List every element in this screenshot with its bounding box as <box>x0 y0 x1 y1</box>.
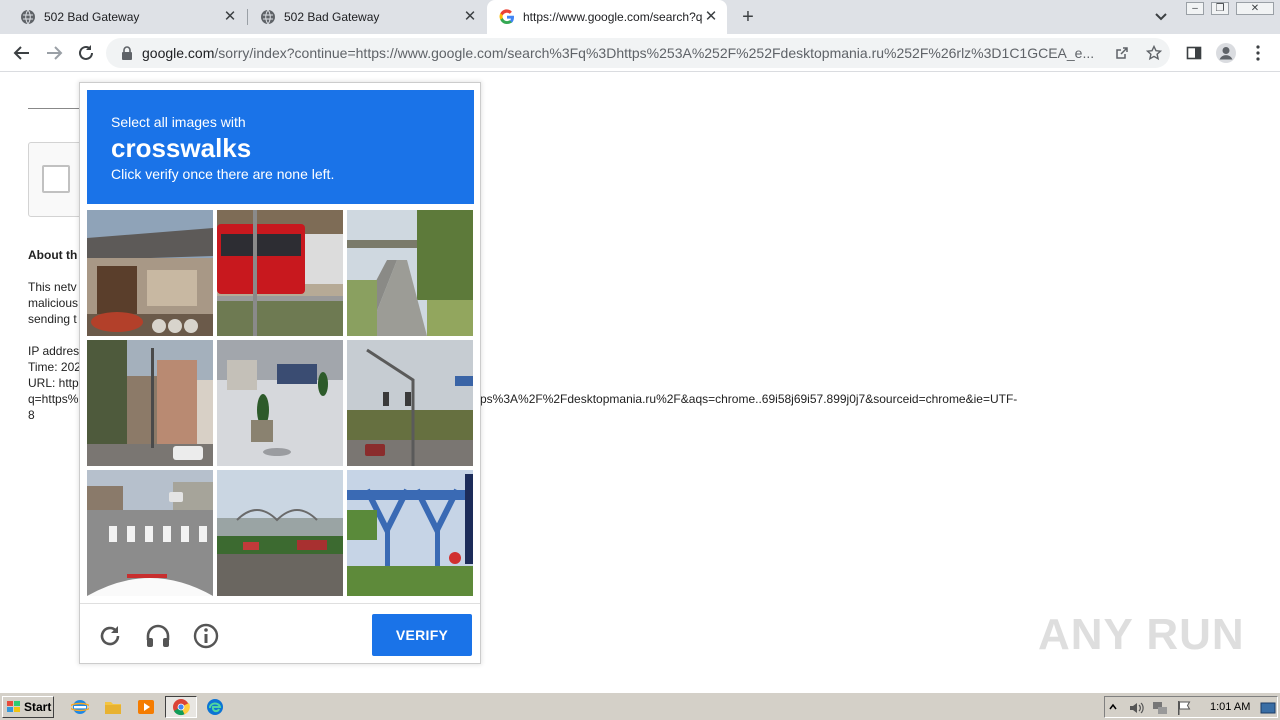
kebab-menu-icon <box>1256 45 1260 61</box>
back-arrow-icon <box>13 46 29 60</box>
tab-search-chevron-icon[interactable] <box>1152 9 1170 25</box>
anyrun-watermark: ANY RUN <box>1038 610 1245 659</box>
challenge-header: Select all images with crosswalks Click … <box>87 90 474 204</box>
bookmark-star-icon[interactable] <box>1146 45 1162 61</box>
image-tile-3[interactable] <box>347 210 473 336</box>
image-tile-6[interactable] <box>347 340 473 466</box>
taskbar-ie[interactable] <box>69 697 91 717</box>
page-text-line: This netv <box>28 280 77 294</box>
red-bus-image <box>217 210 343 336</box>
page-text-line: sending t <box>28 312 77 326</box>
target-object-text: crosswalks <box>111 133 252 163</box>
recaptcha-challenge-dialog: Select all images with crosswalks Click … <box>79 82 481 664</box>
tab-title: 502 Bad Gateway <box>284 10 380 24</box>
instruction-text: Select all images with <box>111 114 246 130</box>
reload-button[interactable] <box>75 42 97 64</box>
side-panel-icon <box>1186 46 1202 60</box>
reload-icon <box>79 45 93 60</box>
forward-arrow-icon <box>47 46 63 60</box>
globe-icon <box>261 9 275 25</box>
page-text-line: Time: 202 <box>28 360 81 374</box>
profile-avatar-icon <box>1216 43 1236 63</box>
start-label: Start <box>24 700 52 714</box>
clock[interactable]: 1:01 AM <box>1210 701 1250 713</box>
tab-1[interactable]: 502 Bad Gateway ✕ <box>0 0 246 34</box>
show-desktop-icon[interactable] <box>1260 700 1276 716</box>
blue-gantry-image <box>347 470 473 596</box>
address-bar[interactable]: google.com/sorry/index?continue=https://… <box>106 38 1170 68</box>
browser-toolbar: google.com/sorry/index?continue=https://… <box>0 34 1280 72</box>
minimize-button[interactable]: – <box>1186 2 1204 15</box>
taskbar-media-player[interactable] <box>135 697 157 717</box>
image-tile-1[interactable] <box>87 210 213 336</box>
narrow-street-image <box>87 340 213 466</box>
page-text-line: 8 <box>28 408 35 422</box>
close-window-button[interactable]: ✕ <box>1236 2 1274 15</box>
lock-icon[interactable] <box>120 46 134 60</box>
tab-2[interactable]: 502 Bad Gateway ✕ <box>240 0 486 34</box>
new-tab-button[interactable]: + <box>738 7 758 27</box>
image-tile-8[interactable] <box>217 470 343 596</box>
menu-button[interactable] <box>1247 42 1269 64</box>
restore-button[interactable]: ❐ <box>1211 2 1229 15</box>
taskbar-edge[interactable] <box>204 697 226 717</box>
image-tile-5[interactable] <box>217 340 343 466</box>
share-icon[interactable] <box>1114 45 1130 61</box>
close-tab-icon[interactable]: ✕ <box>462 9 478 25</box>
tab-title: https://www.google.com/search?q= <box>523 10 703 24</box>
image-tile-2[interactable] <box>217 210 343 336</box>
tab-strip: 502 Bad Gateway ✕ 502 Bad Gateway ✕ http… <box>0 0 1280 34</box>
back-button[interactable] <box>11 42 33 64</box>
globe-icon <box>21 9 35 25</box>
page-text-line: IP addres <box>28 344 80 358</box>
windows-logo-icon <box>7 701 20 712</box>
verify-button[interactable]: VERIFY <box>372 614 472 656</box>
help-info-icon[interactable] <box>192 622 220 650</box>
road-bridge-image <box>347 210 473 336</box>
close-tab-icon[interactable]: ✕ <box>222 9 238 25</box>
google-icon <box>499 9 514 25</box>
recaptcha-checkbox[interactable] <box>42 165 70 193</box>
challenge-footer: VERIFY <box>80 603 480 663</box>
chrome-icon <box>173 699 190 716</box>
instruction-subtext: Click verify once there are none left. <box>111 166 335 182</box>
url-path: /sorry/index?continue=https://www.google… <box>214 45 1095 61</box>
page-text-line: q=https% <box>28 392 79 406</box>
start-button[interactable]: Start <box>2 696 54 718</box>
image-tile-4[interactable] <box>87 340 213 466</box>
url-host: google.com <box>142 45 215 61</box>
network-icon[interactable] <box>1152 700 1168 716</box>
profile-button[interactable] <box>1215 42 1237 64</box>
image-tile-7[interactable] <box>87 470 213 596</box>
plaza-planters-image <box>217 340 343 466</box>
internet-explorer-icon <box>71 700 89 714</box>
system-tray: 1:01 AM <box>1104 696 1278 718</box>
audio-challenge-headphones-icon[interactable] <box>144 622 172 650</box>
taskbar-explorer[interactable] <box>102 697 124 717</box>
show-hidden-icons-chevron-icon[interactable] <box>1108 700 1118 716</box>
folder-icon <box>105 702 121 714</box>
japanese-house-image <box>87 210 213 336</box>
page-text-line: malicious <box>28 296 79 310</box>
close-tab-icon[interactable]: ✕ <box>703 9 719 25</box>
tab-3-active[interactable]: https://www.google.com/search?q= ✕ <box>487 0 727 34</box>
image-tile-9[interactable] <box>347 470 473 596</box>
volume-icon[interactable] <box>1128 700 1144 716</box>
tab-title: 502 Bad Gateway <box>44 10 140 24</box>
crosswalk-street-image <box>87 470 213 596</box>
reload-challenge-icon[interactable] <box>96 622 124 650</box>
media-player-icon <box>138 700 154 714</box>
forward-button[interactable] <box>43 42 65 64</box>
edge-icon <box>207 699 223 715</box>
traffic-light-intersection-image <box>347 340 473 466</box>
url-continuation-text: ps%3A%2F%2Fdesktopmania.ru%2F&aqs=chrome… <box>480 392 1018 406</box>
page-text-line: URL: http <box>28 376 79 390</box>
side-panel-button[interactable] <box>1183 42 1205 64</box>
highway-bridge-image <box>217 470 343 596</box>
windows-taskbar: Start 1:01 AM <box>0 692 1280 720</box>
url-text[interactable]: google.com/sorry/index?continue=https://… <box>142 45 1104 61</box>
taskbar-chrome[interactable] <box>165 696 197 718</box>
action-center-flag-icon[interactable] <box>1176 700 1192 716</box>
